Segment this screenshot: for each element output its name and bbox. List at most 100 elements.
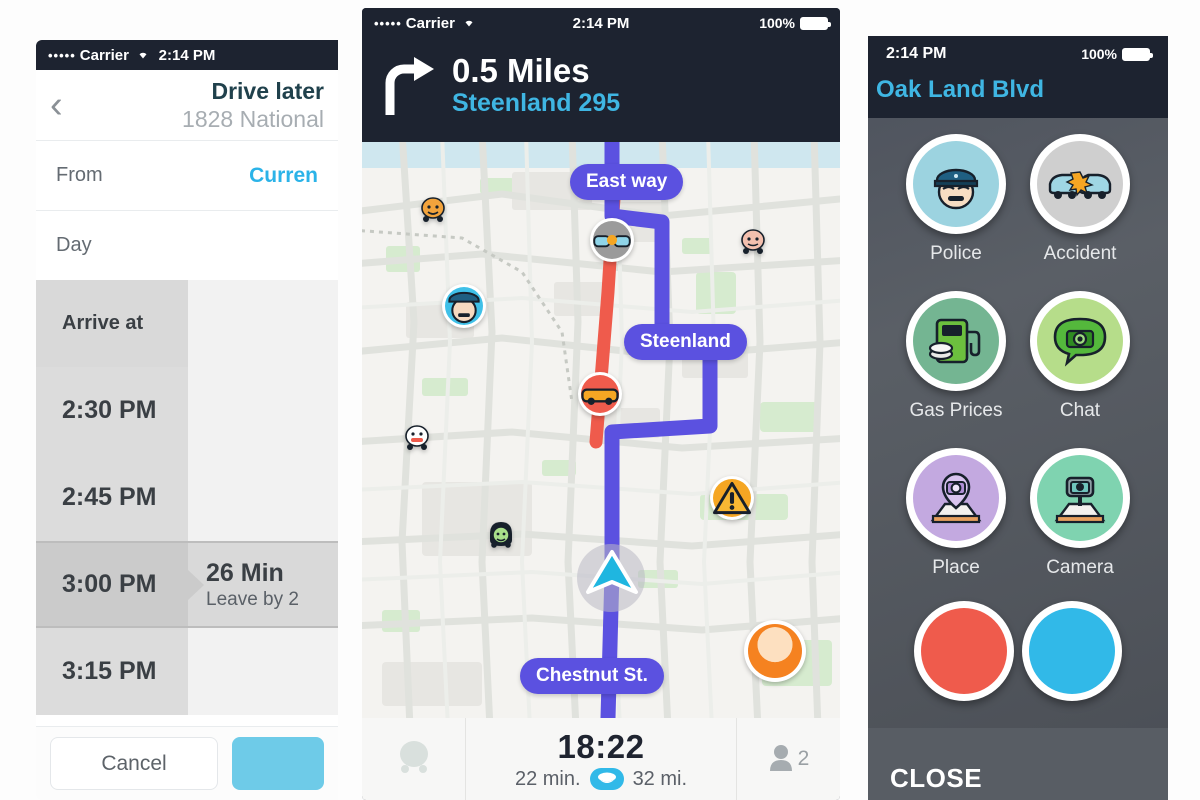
destination-marker-icon [748,624,802,678]
report-options-row-partial [868,579,1168,701]
picker-header-right [188,280,338,367]
battery-percent: 100% [759,15,795,31]
picker-option-detail-cell: 26 Min Leave by 2 [188,541,338,628]
wazers-nearby-button[interactable]: 2 [736,718,840,800]
turn-text-block: 0.5 Miles Steenland 295 [452,54,620,117]
map-label-street[interactable]: East way [570,164,684,200]
phone-panel-report-menu: 2:14 PM 100% Oak Land Blvd Police Accide… [868,36,1168,800]
status-battery-group: 100% [1081,46,1153,62]
report-option-camera[interactable]: Camera [1030,448,1130,579]
picker-option-row[interactable]: 2:30 PM [36,367,338,454]
picker-option-time-cell: 2:30 PM [36,367,188,454]
report-option-hazard[interactable] [914,601,1014,701]
arrival-time-picker[interactable]: Arrive at 2:30 PM 2:45 PM 3:00 PM 26 Min… [36,280,338,715]
report-circle [1030,291,1130,391]
eta-details: 22 min. 32 mi. [515,768,687,791]
form-row-from[interactable]: From Curren [36,140,338,210]
page-subtitle: 1828 National [182,105,324,132]
report-option-police[interactable]: Police [906,134,1006,265]
signal-dots-icon: ••••• [48,47,76,63]
picker-option-time-cell: 3:00 PM [36,541,188,628]
person-icon [768,743,794,776]
picker-option-row[interactable]: 2:45 PM [36,454,338,541]
hazard-car-icon [581,375,619,413]
phone-panel-drive-later: ••••• Carrier 2:14 PM ‹ Drive later 1828… [36,40,338,800]
status-bar-panel1: ••••• Carrier 2:14 PM [36,40,338,70]
battery-icon [800,16,831,30]
speed-camera-icon [1037,455,1123,541]
report-option-label: Camera [1046,557,1114,578]
police-pin[interactable] [442,284,486,328]
report-option-label: Police [930,243,982,264]
report-circle [906,291,1006,391]
picker-option-row-selected[interactable]: 3:00 PM 26 Min Leave by 2 [36,541,338,628]
status-bar-panel3: 2:14 PM 100% [868,36,1168,72]
traffic-jam-icon [593,221,631,259]
screenshot-stage: ••••• Carrier 2:14 PM ‹ Drive later 1828… [0,0,1200,800]
form-row-from-value: Curren [249,163,318,187]
current-street-label: Oak Land Blvd [868,72,1168,118]
confirm-button[interactable] [232,737,324,790]
report-option-label: Chat [1059,400,1101,421]
picker-option-row[interactable]: 3:15 PM [36,628,338,715]
map-label-street[interactable]: Steenland [624,324,747,360]
report-option-traffic[interactable] [1022,601,1122,701]
report-option-place[interactable]: Place [906,448,1006,579]
picker-option-duration: 26 Min [206,558,284,587]
phone-panel-navigation: ••••• Carrier 2:14 PM 100% 0.5 Miles Ste… [362,8,840,800]
picker-header-label: Arrive at [62,312,144,334]
warning-triangle-icon [713,479,751,517]
picker-header-left: Arrive at [36,280,188,367]
wazer-mood-orange-icon[interactable] [418,196,448,222]
battery-percent: 100% [1081,46,1117,62]
picker-option-leaveby: Leave by 2 [206,588,299,610]
picker-option-detail-cell [188,367,338,454]
back-chevron-icon[interactable]: ‹ [50,86,90,124]
report-option-accident[interactable]: Accident [1030,134,1130,265]
waze-logo-icon [589,768,624,790]
report-options-grid: Police Accident Gas Prices Chat Place Ca… [868,118,1168,579]
form-row-day-label: Day [56,234,92,256]
wazer-mood-zombie-icon[interactable] [486,520,516,548]
report-circle [906,134,1006,234]
form-row-day[interactable]: Day [36,210,338,280]
picker-selection-arrow-icon [188,569,204,600]
destination-pin[interactable] [744,620,806,682]
hazard-pin[interactable] [578,372,622,416]
picker-option-time: 3:15 PM [62,657,157,685]
close-button[interactable]: CLOSE [868,728,1168,800]
wifi-icon [461,15,477,31]
report-option-label: Gas Prices [909,400,1003,421]
wazer-mood-white-icon[interactable] [402,424,432,450]
picker-option-time-cell: 3:15 PM [36,628,188,715]
map-label-street[interactable]: Chestnut St. [520,658,664,694]
eta-block: 18:22 22 min. 32 mi. [466,728,736,791]
wazer-mood-pink-icon[interactable] [738,228,768,254]
turn-street-name: Steenland 295 [452,88,621,117]
report-option-gas-prices[interactable]: Gas Prices [906,291,1006,422]
report-circle [1030,448,1130,548]
police-officer-icon [445,287,483,325]
report-option-chat[interactable]: Chat [1030,291,1130,422]
picker-option-detail-cell [188,628,338,715]
picker-header-row: Arrive at [36,280,338,367]
report-circle [1030,134,1130,234]
status-time: 2:14 PM [886,45,947,62]
status-bar-panel2: ••••• Carrier 2:14 PM 100% [362,8,840,38]
turn-distance: 0.5 Miles [452,52,590,90]
picker-option-detail-cell [188,454,338,541]
panel1-footer: Cancel [36,726,338,800]
picker-option-time-cell: 2:45 PM [36,454,188,541]
mood-button[interactable] [362,718,466,800]
navigation-map[interactable]: East way Steenland Chestnut St. [362,142,840,718]
chat-bubble-icon [1037,298,1123,384]
close-button-label: CLOSE [890,763,983,793]
page-title: Drive later [211,77,324,104]
traffic-jam-pin[interactable] [590,218,634,262]
picker-option-time: 2:45 PM [62,483,157,511]
car-crash-icon [1037,141,1123,227]
warning-pin[interactable] [710,476,754,520]
cancel-button[interactable]: Cancel [50,737,218,790]
form-row-from-label: From [56,164,103,186]
wazers-count: 2 [797,747,810,770]
